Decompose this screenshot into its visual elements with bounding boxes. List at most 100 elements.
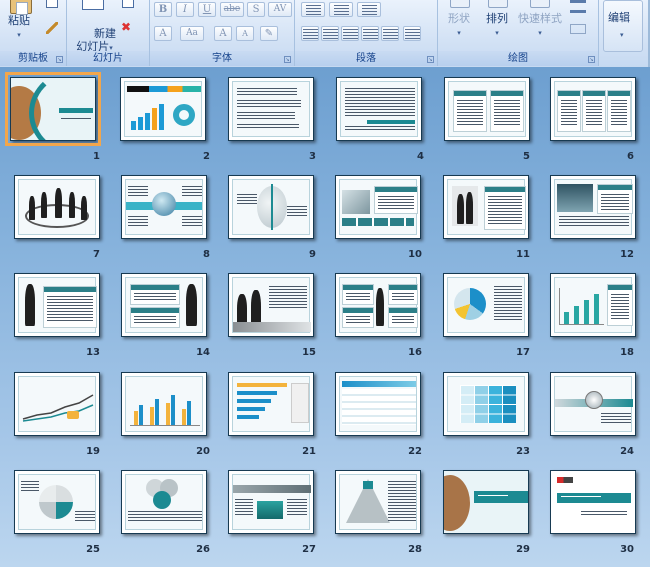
slide-number-7: 7 <box>93 249 100 260</box>
clipboard-group: 粘贴 ▾ 剪贴板 ↘ <box>0 0 67 66</box>
slide-thumbnail-24[interactable] <box>550 372 636 436</box>
slide-thumbnail-28[interactable] <box>335 470 421 534</box>
editing-dropdown-icon[interactable]: ▾ <box>620 31 624 39</box>
slide-25-cycle <box>39 485 73 519</box>
shapes-dropdown-icon[interactable]: ▾ <box>457 29 461 37</box>
slide-24-hub <box>585 391 603 409</box>
slide-thumbnail-2[interactable] <box>120 77 206 141</box>
slide-thumbnail-26[interactable] <box>121 470 207 534</box>
slide-2-bar <box>138 117 143 130</box>
slide-thumbnail-9[interactable] <box>228 175 314 239</box>
align-right-button[interactable] <box>341 26 359 41</box>
slide-thumbnail-30[interactable] <box>550 470 636 534</box>
paste-button[interactable]: 粘贴 ▾ <box>8 14 30 42</box>
slide-thumbnail-17[interactable] <box>443 273 529 337</box>
slide-number-26: 26 <box>196 544 210 555</box>
slide-thumbnail-14[interactable] <box>121 273 207 337</box>
italic-button[interactable]: I <box>176 2 194 17</box>
drawing-launcher-icon[interactable]: ↘ <box>588 56 595 63</box>
editing-button[interactable]: 编辑 ▾ <box>603 0 643 52</box>
slide-thumbnail-11[interactable] <box>443 175 529 239</box>
slide-thumbnail-18[interactable] <box>550 273 636 337</box>
slide-thumbnail-13[interactable] <box>14 273 100 337</box>
slide-21-hbar <box>237 391 277 395</box>
align-center-button[interactable] <box>321 26 339 41</box>
slide-thumbnail-15[interactable] <box>228 273 314 337</box>
slide-thumbnail-23[interactable] <box>443 372 529 436</box>
paste-label: 粘贴 <box>8 14 30 27</box>
increase-indent-button[interactable] <box>329 2 353 17</box>
slide-9-text <box>237 194 257 206</box>
grow-font-button[interactable]: A <box>214 26 232 41</box>
slide-thumbnail-8[interactable] <box>121 175 207 239</box>
slide-2-donut <box>173 104 195 126</box>
shape-fill-icon[interactable] <box>570 0 586 3</box>
slide-14-panel <box>130 307 180 328</box>
distribute-button[interactable] <box>381 26 399 41</box>
underline-button[interactable]: U <box>198 2 216 17</box>
shadow-button[interactable]: S <box>247 2 265 17</box>
slide-thumbnail-12[interactable] <box>550 175 636 239</box>
arrange-button[interactable]: 排列 ▾ <box>486 12 508 40</box>
slide-8-text <box>128 216 148 228</box>
shape-effects-icon[interactable] <box>570 24 586 34</box>
character-spacing-button[interactable]: AV <box>268 2 292 17</box>
slide-12-panel <box>597 184 633 214</box>
slide-6-panel <box>607 90 631 132</box>
slide-10-steps <box>342 218 414 226</box>
slide-thumbnail-19[interactable] <box>14 372 100 436</box>
font-launcher-icon[interactable]: ↘ <box>284 56 291 63</box>
arrange-icon <box>488 0 508 8</box>
clear-formatting-button[interactable]: ✎ <box>260 26 278 41</box>
slide-thumbnail-22[interactable] <box>335 372 421 436</box>
slide-thumbnail-29[interactable] <box>443 470 529 534</box>
justify-button[interactable] <box>361 26 379 41</box>
slide-thumbnail-21[interactable] <box>228 372 314 436</box>
slide-thumbnail-5[interactable] <box>444 77 530 141</box>
slide-number-10: 10 <box>408 249 422 260</box>
slide-thumbnail-25[interactable] <box>14 470 100 534</box>
slide-thumbnail-20[interactable] <box>121 372 207 436</box>
change-case-button[interactable]: Aa <box>180 26 204 41</box>
font-color-button[interactable]: A <box>154 26 172 41</box>
decrease-indent-button[interactable] <box>301 2 325 17</box>
slide-12-text <box>559 216 629 228</box>
paste-dropdown-icon[interactable]: ▾ <box>17 31 21 39</box>
slide-thumbnail-4[interactable] <box>336 77 422 141</box>
shrink-font-button[interactable]: A <box>236 26 254 41</box>
slide-thumbnail-3[interactable] <box>228 77 314 141</box>
slide-thumbnail-16[interactable] <box>335 273 421 337</box>
arrange-dropdown-icon[interactable]: ▾ <box>495 29 499 37</box>
delete-slide-icon[interactable]: ✖ <box>121 21 133 33</box>
shapes-button[interactable]: 形状 ▾ <box>448 12 470 40</box>
clipboard-launcher-icon[interactable]: ↘ <box>56 56 63 63</box>
quick-styles-button[interactable]: 快速样式 ▾ <box>518 12 562 40</box>
bold-button[interactable]: B <box>154 2 172 17</box>
slide-2-bar <box>145 113 150 130</box>
slide-number-3: 3 <box>309 151 316 162</box>
copy-icon[interactable] <box>46 0 58 8</box>
columns-button[interactable] <box>403 26 421 41</box>
slide-number-29: 29 <box>516 544 530 555</box>
format-painter-icon[interactable] <box>46 22 58 34</box>
slide-20-bar <box>187 401 191 425</box>
slide-thumbnail-7[interactable] <box>14 175 100 239</box>
paragraph-group-label: 段落 <box>295 51 437 66</box>
layout-icon[interactable] <box>122 0 134 8</box>
slide-thumbnail-6[interactable] <box>550 77 636 141</box>
slide-number-19: 19 <box>86 446 100 457</box>
strikethrough-button[interactable]: abe <box>220 2 244 17</box>
slide-19-callout <box>67 411 79 419</box>
increase-indent-icon <box>334 5 349 16</box>
paragraph-launcher-icon[interactable]: ↘ <box>427 56 434 63</box>
slide-thumbnail-27[interactable] <box>228 470 314 534</box>
slide-thumbnail-10[interactable] <box>335 175 421 239</box>
slide-15-floor <box>233 322 311 332</box>
quick-styles-dropdown-icon[interactable]: ▾ <box>538 29 542 37</box>
shapes-icon <box>450 0 470 8</box>
align-left-button[interactable] <box>301 26 319 41</box>
slide-28-text <box>388 481 416 521</box>
slide-thumbnail-1[interactable] <box>5 72 101 146</box>
shape-outline-icon[interactable] <box>570 10 586 13</box>
line-spacing-button[interactable] <box>357 2 381 17</box>
